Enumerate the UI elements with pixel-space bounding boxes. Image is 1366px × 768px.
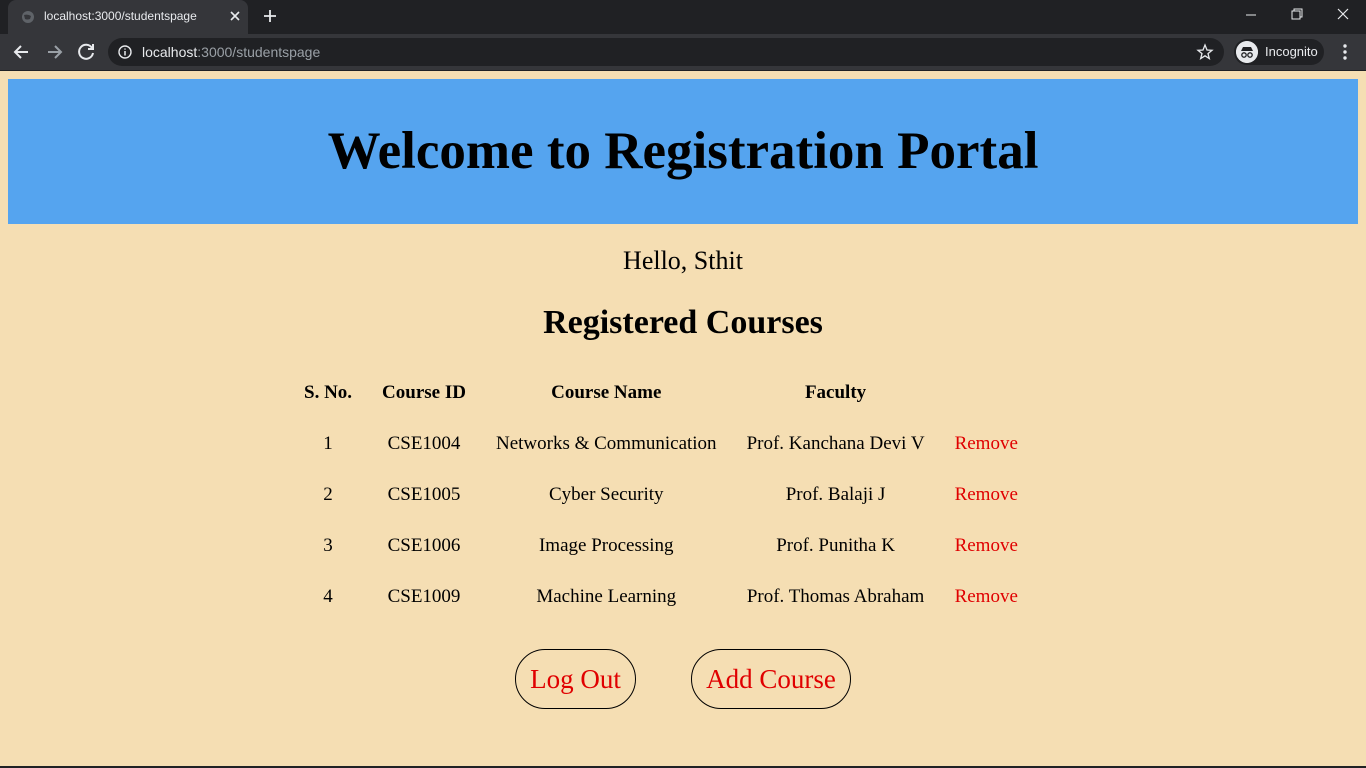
cell-faculty: Prof. Kanchana Devi V bbox=[746, 432, 925, 454]
incognito-icon bbox=[1236, 41, 1258, 63]
header-action bbox=[940, 367, 1033, 418]
cell-sno: 4 bbox=[323, 585, 333, 607]
back-button[interactable] bbox=[8, 38, 36, 66]
profile-label: Incognito bbox=[1265, 44, 1318, 59]
cell-course-id: CSE1009 bbox=[387, 585, 461, 607]
cell-course-name: Machine Learning bbox=[536, 585, 677, 607]
table-header-row: S. No. Course ID Course Name Faculty bbox=[289, 367, 1033, 418]
tab-title: localhost:3000/studentspage bbox=[44, 9, 197, 23]
cell-sno: 1 bbox=[323, 432, 333, 454]
cell-sno: 3 bbox=[323, 534, 333, 556]
page-content: Welcome to Registration Portal Hello, St… bbox=[0, 71, 1366, 768]
forward-arrow-icon bbox=[48, 45, 63, 59]
cell-course-name: Image Processing bbox=[538, 534, 674, 556]
cell-faculty: Prof. Punitha K bbox=[776, 534, 895, 556]
cell-course-id: CSE1004 bbox=[387, 432, 461, 454]
table-row: 4 CSE1009 Machine Learning Prof. Thomas … bbox=[289, 571, 1033, 622]
header-banner: Welcome to Registration Portal bbox=[8, 79, 1358, 224]
remove-button[interactable]: Remove bbox=[940, 571, 1033, 622]
plus-icon bbox=[264, 10, 276, 22]
browser-tab[interactable]: localhost:3000/studentspage bbox=[8, 0, 248, 34]
cell-faculty: Prof. Balaji J bbox=[785, 483, 886, 505]
registered-courses-table: S. No. Course ID Course Name Faculty 1 C… bbox=[289, 367, 1033, 622]
back-arrow-icon bbox=[13, 45, 28, 59]
header-faculty: Faculty bbox=[804, 381, 867, 403]
cell-course-name: Cyber Security bbox=[549, 483, 664, 505]
restore-button[interactable] bbox=[1274, 0, 1320, 30]
globe-icon bbox=[22, 11, 34, 23]
page-title: Welcome to Registration Portal bbox=[327, 122, 1039, 180]
table-row: 1 CSE1004 Networks & Communication Prof.… bbox=[289, 418, 1033, 469]
cell-sno: 2 bbox=[323, 483, 333, 505]
restore-icon bbox=[1291, 8, 1303, 20]
header-course-id: Course ID bbox=[382, 381, 466, 403]
greeting-text: Hello, Sthit bbox=[623, 246, 743, 275]
address-bar[interactable]: localhost:3000/studentspage bbox=[108, 38, 1224, 66]
cell-course-id: CSE1006 bbox=[387, 534, 461, 556]
new-tab-button[interactable] bbox=[259, 5, 281, 27]
close-icon[interactable] bbox=[226, 7, 244, 25]
add-course-button[interactable]: Add Course bbox=[691, 649, 851, 709]
minimize-icon bbox=[1246, 14, 1256, 16]
incognito-profile-button[interactable]: Incognito bbox=[1234, 39, 1324, 65]
star-icon[interactable] bbox=[1196, 43, 1214, 61]
remove-button[interactable]: Remove bbox=[940, 520, 1033, 571]
url-host: localhost bbox=[142, 44, 198, 60]
browser-toolbar: localhost:3000/studentspage Incognito bbox=[0, 34, 1366, 70]
table-row: 3 CSE1006 Image Processing Prof. Punitha… bbox=[289, 520, 1033, 571]
header-course-name: Course Name bbox=[551, 381, 662, 403]
logout-button[interactable]: Log Out bbox=[515, 649, 636, 709]
reload-icon bbox=[78, 43, 94, 60]
cell-course-id: CSE1005 bbox=[387, 483, 461, 505]
remove-button[interactable]: Remove bbox=[940, 418, 1033, 469]
browser-menu-button[interactable] bbox=[1334, 38, 1356, 66]
url-path: :3000/studentspage bbox=[197, 44, 321, 60]
remove-button[interactable]: Remove bbox=[940, 469, 1033, 520]
reload-button[interactable] bbox=[72, 38, 100, 66]
cell-faculty: Prof. Thomas Abraham bbox=[746, 585, 925, 607]
table-row: 2 CSE1005 Cyber Security Prof. Balaji J … bbox=[289, 469, 1033, 520]
tab-strip: localhost:3000/studentspage bbox=[0, 0, 1366, 34]
url-text[interactable]: localhost:3000/studentspage bbox=[142, 44, 320, 60]
window-close-icon bbox=[1337, 8, 1349, 20]
forward-button[interactable] bbox=[40, 38, 68, 66]
info-icon[interactable] bbox=[118, 45, 132, 59]
minimize-button[interactable] bbox=[1228, 0, 1274, 30]
section-title: Registered Courses bbox=[543, 304, 823, 341]
window-close-button[interactable] bbox=[1320, 0, 1366, 30]
kebab-menu-icon bbox=[1343, 44, 1347, 60]
cell-course-name: Networks & Communication bbox=[495, 432, 717, 454]
header-sno: S. No. bbox=[304, 381, 353, 403]
